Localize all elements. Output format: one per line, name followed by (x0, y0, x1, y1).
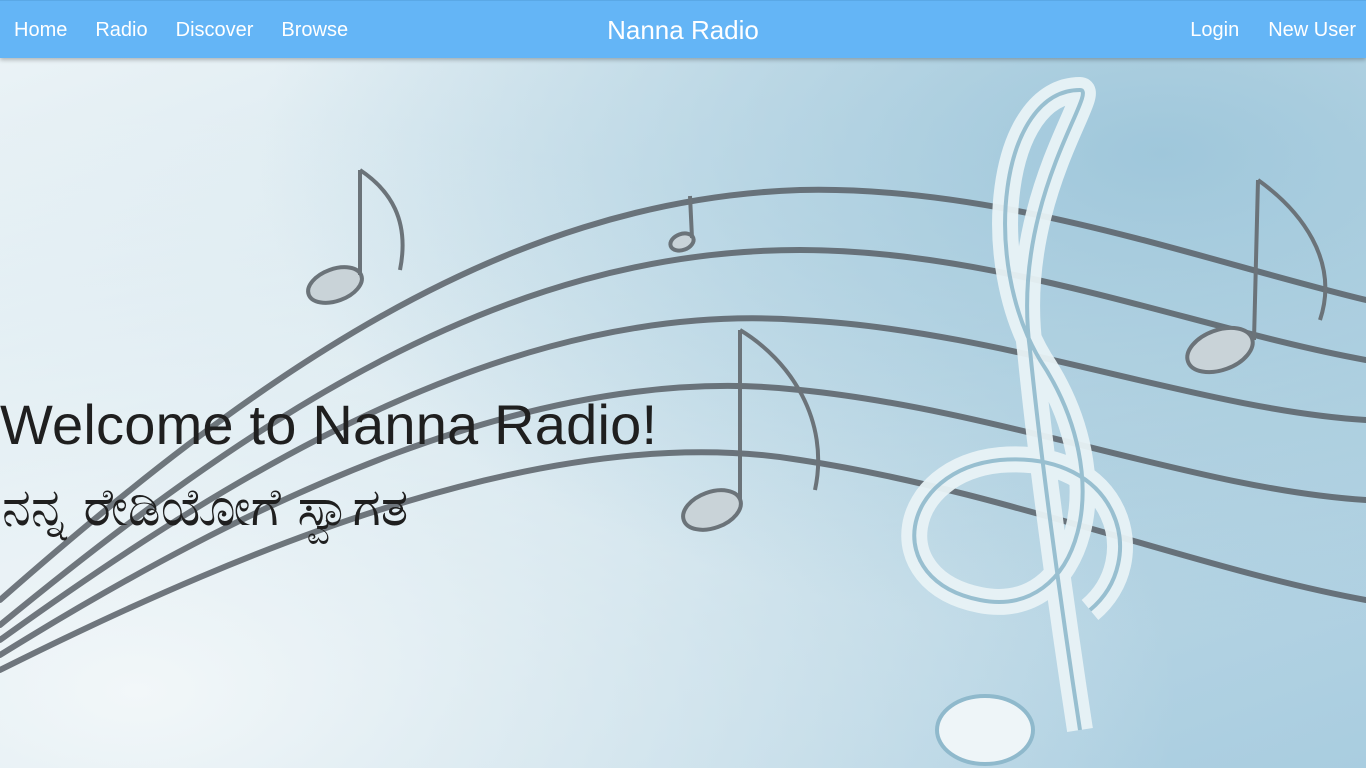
new-user-link[interactable]: New User (1249, 1, 1366, 59)
nav-home-link[interactable]: Home (0, 1, 81, 59)
nav-right-links: Login New User (1171, 1, 1366, 59)
top-navbar: Home Radio Discover Browse Nanna Radio L… (0, 0, 1366, 58)
nav-radio-link[interactable]: Radio (81, 1, 161, 59)
music-notes-treble-clef-icon (0, 76, 1366, 766)
login-link[interactable]: Login (1171, 1, 1249, 59)
brand-title[interactable]: Nanna Radio (607, 1, 759, 59)
welcome-heading-kannada: ನನ್ನ ರೇಡಿಯೋಗೆ ಸ್ವಾಗತ (2, 478, 409, 538)
nav-left-links: Home Radio Discover Browse (0, 1, 362, 59)
background-music-image (0, 0, 1366, 768)
nav-discover-link[interactable]: Discover (162, 1, 268, 59)
nav-browse-link[interactable]: Browse (267, 1, 362, 59)
welcome-heading: Welcome to Nanna Radio! (0, 393, 658, 456)
